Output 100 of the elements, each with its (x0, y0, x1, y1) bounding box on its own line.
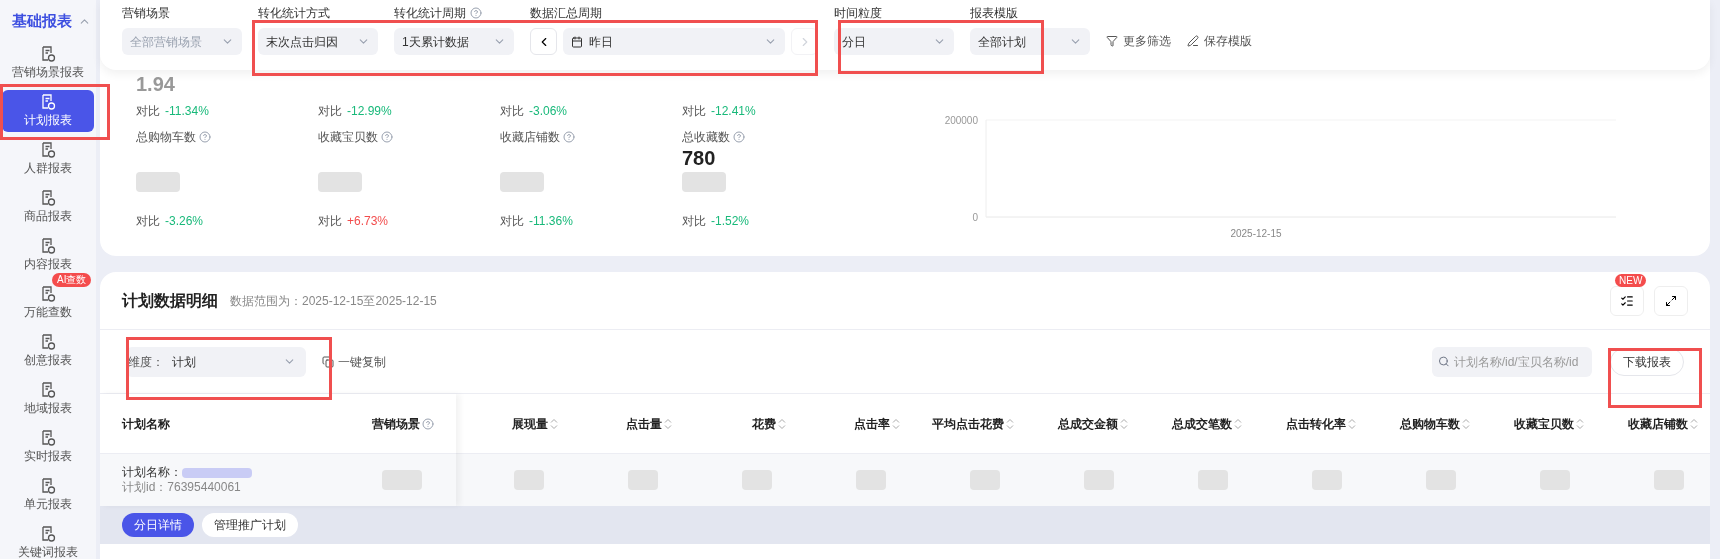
plan-id: 计划id：76395440061 (122, 480, 242, 495)
report-icon (40, 477, 56, 495)
sidebar-item[interactable]: 内容报表 (2, 234, 94, 276)
compare-label: 对比 (500, 103, 524, 120)
compare-value: -11.34% (165, 103, 209, 120)
sort-icon[interactable] (1006, 417, 1014, 430)
calendar-icon (571, 35, 583, 48)
sort-icon[interactable] (1690, 417, 1698, 430)
sort-icon[interactable] (1462, 417, 1470, 430)
line-chart: 0 200000 2025-12-15 (916, 72, 1706, 272)
sort-icon[interactable] (1348, 417, 1356, 430)
help-icon[interactable] (381, 131, 393, 143)
column-header: 营销场景 (372, 415, 420, 433)
sort-icon[interactable] (550, 417, 558, 430)
filter-label: 时间粒度 (834, 5, 882, 22)
column-header[interactable]: 点击转化率 (1286, 414, 1346, 433)
prev-button[interactable] (530, 28, 557, 55)
sort-icon[interactable] (778, 417, 786, 430)
compare-value: -1.52% (711, 213, 750, 230)
select-field[interactable]: 末次点击归因 (258, 28, 378, 55)
y-tick-label: 200000 (944, 115, 979, 126)
sidebar-item[interactable]: 人群报表 (2, 138, 94, 180)
compare-label: 对比 (136, 103, 160, 120)
metric-value: 780 (682, 146, 717, 170)
row-action-button[interactable]: 分日详情 (122, 513, 194, 537)
help-icon[interactable] (733, 131, 745, 143)
sort-icon[interactable] (1120, 417, 1128, 430)
sidebar-item[interactable]: 计划报表 (2, 90, 94, 132)
section-header[interactable]: 基础报表 (0, 10, 96, 32)
sidebar-item[interactable]: 单元报表 (2, 474, 94, 516)
column-header[interactable]: 点击率 (854, 414, 890, 433)
sort-icon[interactable] (664, 417, 672, 430)
compare-value: -12.41% (711, 103, 756, 120)
save-template-button[interactable]: 保存模版 (1187, 32, 1252, 50)
new-badge: NEW (1615, 273, 1647, 287)
x-tick-label: 2025-12-15 (1230, 228, 1283, 239)
compare-value: +6.73% (347, 213, 389, 230)
fullscreen-button[interactable] (1654, 285, 1688, 316)
compare-value: -3.26% (165, 213, 204, 230)
compare-label: 对比 (500, 213, 524, 230)
sort-icon[interactable] (892, 417, 900, 430)
column-header[interactable]: 收藏店铺数 (1628, 414, 1688, 433)
redacted-block (682, 172, 726, 192)
metric-label: 总收藏数 (682, 129, 730, 146)
sort-icon[interactable] (1576, 417, 1584, 430)
sidebar-item[interactable]: 地域报表 (2, 378, 94, 420)
report-icon (40, 381, 56, 399)
column-header[interactable]: 展现量 (512, 414, 548, 433)
select-field[interactable]: 全部计划 (970, 28, 1090, 55)
column-header[interactable]: 收藏宝贝数 (1514, 414, 1574, 433)
redacted-block (136, 172, 180, 192)
metric-label: 收藏宝贝数 (318, 129, 378, 146)
sidebar-item[interactable]: 关键词报表 (2, 522, 94, 559)
column-header[interactable]: 总成交金额 (1058, 414, 1118, 433)
sidebar-item[interactable]: 商品报表 (2, 186, 94, 228)
filter-label: 转化统计方式 (258, 5, 330, 22)
copy-button[interactable]: 一键复制 (322, 352, 386, 371)
help-icon[interactable] (563, 131, 575, 143)
sidebar-item[interactable]: 营销场景报表 (2, 42, 94, 84)
compare-label: 对比 (682, 103, 706, 120)
select-field[interactable]: 分日 (834, 28, 954, 55)
search-field[interactable]: 计划名称/id/宝贝名称/id (1432, 346, 1592, 377)
column-header[interactable]: 总购物车数 (1400, 414, 1460, 433)
redacted-block (500, 172, 544, 192)
report-icon (40, 141, 56, 159)
filter-icon (1106, 35, 1118, 47)
help-icon[interactable] (199, 131, 211, 143)
metric-label: 收藏店铺数 (500, 129, 560, 146)
column-header: 计划名称 (122, 415, 170, 433)
filter-label: 报表模版 (970, 5, 1018, 22)
redacted-block (182, 467, 252, 478)
date-select[interactable]: 昨日 (563, 28, 785, 55)
ai-badge: AI查数 (52, 273, 92, 287)
compare-label: 对比 (318, 103, 342, 120)
report-icon (40, 45, 56, 63)
sidebar-item[interactable]: 实时报表 (2, 426, 94, 468)
help-icon[interactable] (470, 7, 482, 19)
sidebar-item[interactable]: 创意报表 (2, 330, 94, 372)
help-icon[interactable] (422, 417, 434, 430)
metric-label: 总购物车数 (136, 129, 196, 146)
column-header[interactable]: 点击量 (626, 414, 662, 433)
report-icon (40, 333, 56, 351)
expand-icon (1665, 294, 1677, 307)
dimension-select[interactable]: 维度： 计划 (126, 346, 306, 377)
filter-label: 转化统计周期 (394, 5, 466, 22)
report-icon (40, 189, 56, 207)
report-icon (40, 93, 56, 111)
select-field[interactable]: 1天累计数据 (394, 28, 514, 55)
compare-label: 对比 (682, 213, 706, 230)
column-header[interactable]: 平均点击花费 (932, 414, 1004, 433)
row-action-button[interactable]: 管理推广计划 (202, 513, 298, 537)
sort-icon[interactable] (1234, 417, 1242, 430)
column-header[interactable]: 总成交笔数 (1172, 414, 1232, 433)
report-icon (40, 237, 56, 255)
filter-label: 营销场景 (122, 5, 170, 22)
more-filters-button[interactable]: 更多筛选 (1106, 32, 1171, 50)
date-range: 数据范围为：2025-12-15至2025-12-15 (230, 292, 437, 310)
y-tick-label: 0 (972, 212, 979, 223)
redacted-block (318, 172, 362, 192)
column-header[interactable]: 花费 (752, 414, 776, 433)
